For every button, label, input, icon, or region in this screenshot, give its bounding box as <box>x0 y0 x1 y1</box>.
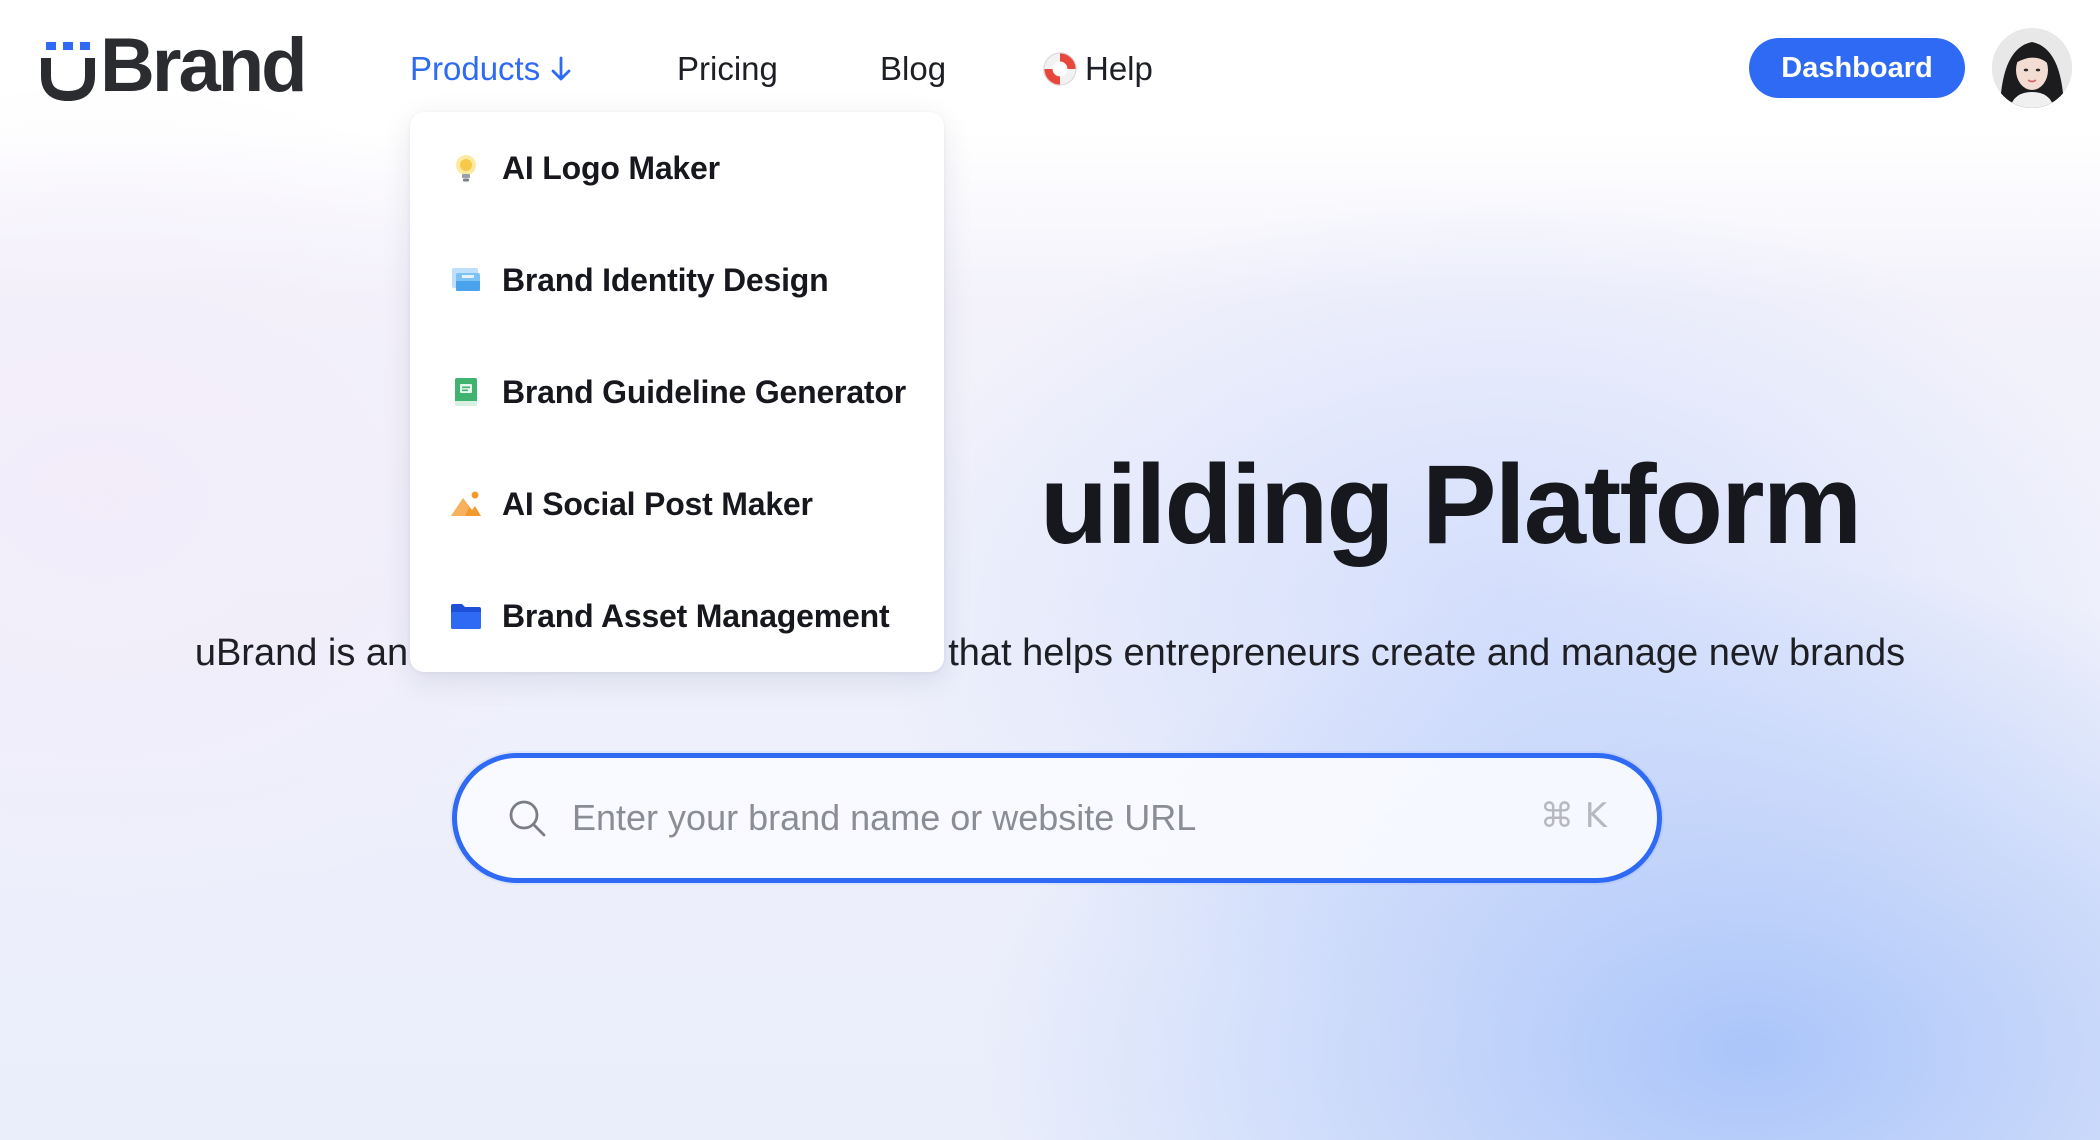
folder-icon <box>450 600 482 632</box>
hero-title: uilding Platform <box>0 440 2100 570</box>
top-header: Brand Products Pricing Blog Help Dashboa… <box>0 0 2100 140</box>
menu-item-label: AI Social Post Maker <box>502 485 813 522</box>
logo-u-mark <box>40 30 96 102</box>
user-avatar[interactable] <box>1992 28 2072 108</box>
nav-help-label: Help <box>1085 50 1153 87</box>
nav-products-label: Products <box>410 50 541 87</box>
ubrand-logo[interactable]: Brand <box>40 23 308 108</box>
dashboard-button[interactable]: Dashboard <box>1749 38 1965 98</box>
keyboard-shortcut-hint: ⌘ K <box>1539 796 1607 836</box>
book-icon <box>450 376 482 408</box>
nav-pricing[interactable]: Pricing <box>677 46 778 92</box>
hero-subtitle: uBrand is an that helps entrepreneurs cre… <box>0 625 2100 681</box>
hero-title-text: uilding Platform <box>1039 442 1862 567</box>
hero-subtitle-left: uBrand is an <box>194 632 409 674</box>
nav-help[interactable]: Help <box>1043 46 1153 92</box>
menu-item-label: Brand Identity Design <box>502 261 829 298</box>
menu-item-brand-identity-design[interactable]: Brand Identity Design <box>410 238 944 322</box>
menu-item-label: Brand Guideline Generator <box>502 373 906 410</box>
identity-cards-icon <box>450 264 482 296</box>
lifebuoy-icon <box>1043 52 1077 86</box>
image-mountain-icon <box>450 488 482 520</box>
nav-products[interactable]: Products <box>410 46 572 92</box>
logo-text: Brand <box>100 23 308 108</box>
menu-item-label: Brand Asset Management <box>502 597 890 634</box>
search-icon <box>507 798 547 843</box>
menu-item-label: AI Logo Maker <box>502 149 720 186</box>
arrow-down-icon <box>550 56 572 82</box>
menu-item-brand-asset-management[interactable]: Brand Asset Management <box>410 574 944 658</box>
menu-item-brand-guideline-generator[interactable]: Brand Guideline Generator <box>410 350 944 434</box>
lightbulb-icon <box>450 152 482 184</box>
menu-item-ai-logo-maker[interactable]: AI Logo Maker <box>410 126 944 210</box>
brand-search-bar[interactable]: ⌘ K <box>452 753 1662 883</box>
products-dropdown-menu: AI Logo Maker Brand Identity Design Bran… <box>410 112 944 672</box>
hero-subtitle-right: that helps entrepreneurs create and mana… <box>948 632 1906 674</box>
nav-blog[interactable]: Blog <box>880 46 946 92</box>
menu-item-ai-social-post-maker[interactable]: AI Social Post Maker <box>410 462 944 546</box>
brand-search-input[interactable] <box>572 788 1472 848</box>
